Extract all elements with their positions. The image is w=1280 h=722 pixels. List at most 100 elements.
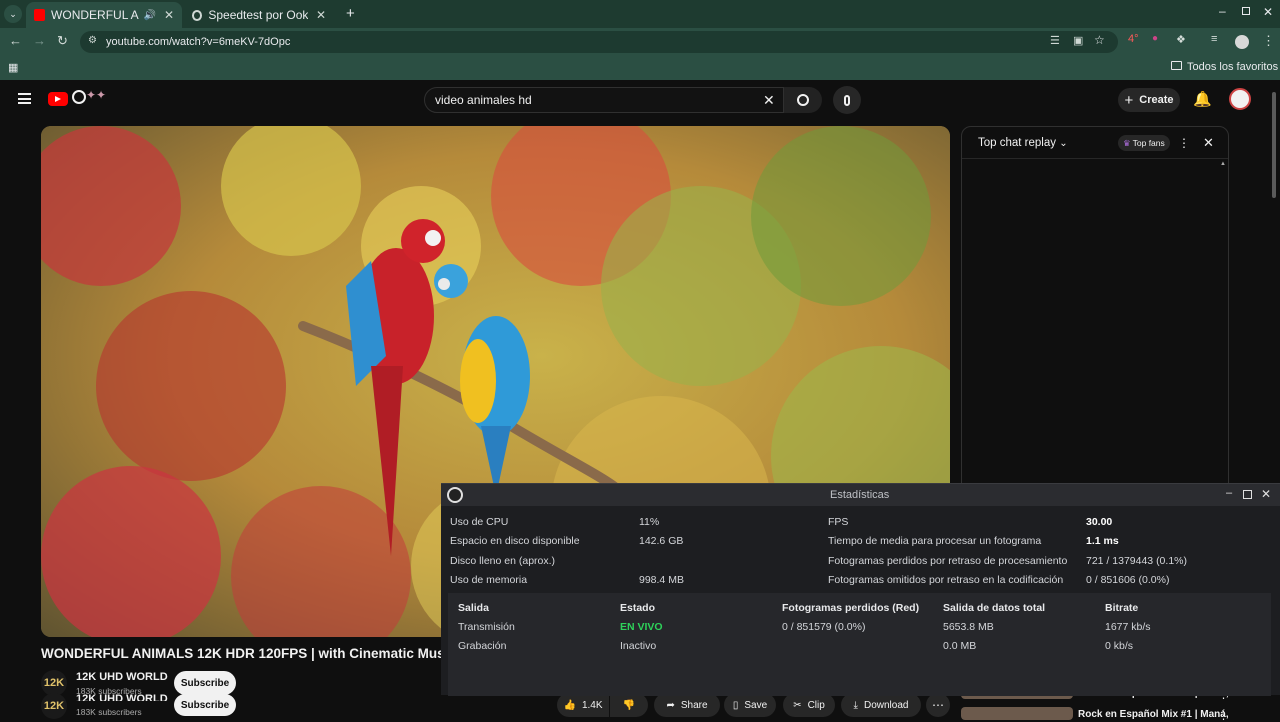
guide-menu-icon[interactable]: [18, 93, 31, 104]
search-input[interactable]: video animales hd ✕: [424, 87, 784, 113]
extension-icon[interactable]: ●: [1152, 33, 1158, 44]
stat-label: Fotogramas omitidos por retraso en la co…: [828, 574, 1064, 586]
stat-label: Disco lleno en (aprox.): [450, 555, 556, 567]
obs-maximize-icon[interactable]: [1243, 490, 1252, 499]
close-tab-icon[interactable]: ✕: [316, 8, 326, 22]
download-icon: ⤓: [853, 699, 858, 711]
clear-search-icon[interactable]: ✕: [763, 92, 775, 109]
output-total: 0.0 MB: [943, 640, 977, 652]
outputs-table: Salida Estado Fotogramas perdidos (Red) …: [448, 593, 1271, 696]
translate-icon[interactable]: ☰: [1050, 34, 1060, 47]
reload-icon[interactable]: ↻: [57, 33, 68, 49]
close-window-button[interactable]: ✕: [1263, 5, 1273, 19]
share-arrow-icon: ➦: [666, 699, 675, 711]
stat-value: 30.00: [1086, 516, 1113, 528]
folder-icon: [1171, 61, 1182, 70]
stat-value: 0 / 851606 (0.0%): [1086, 574, 1170, 586]
recommendation-title[interactable]: Rock en Español Mix #1 | Maná,: [1078, 709, 1229, 720]
microphone-icon: [844, 94, 850, 106]
scroll-up-arrow-icon[interactable]: ▲: [1220, 161, 1226, 167]
top-fans-label: Top fans: [1132, 138, 1165, 148]
speaker-icon[interactable]: 🔊: [143, 10, 155, 21]
column-header: Salida: [458, 602, 489, 614]
thumbs-up-icon: 👍: [563, 699, 576, 711]
site-info-icon[interactable]: ⚙: [88, 35, 97, 46]
channel-name[interactable]: 12K UHD WORLD: [76, 693, 168, 701]
extension-icon[interactable]: 4°: [1128, 33, 1139, 45]
save-button[interactable]: ▯ Save: [724, 693, 776, 717]
voice-search-button[interactable]: [833, 86, 861, 114]
save-label: Save: [744, 699, 768, 711]
page-scrollbar[interactable]: [1272, 92, 1276, 198]
stat-label: Fotogramas perdidos por retraso de proce…: [828, 555, 1068, 567]
subscriber-count: 183K subscribers: [76, 707, 142, 717]
search-query: video animales hd: [435, 93, 532, 107]
obs-titlebar[interactable]: Estadísticas – ✕: [441, 484, 1280, 506]
channel-name[interactable]: 12K UHD WORLD: [76, 671, 168, 683]
dislike-button[interactable]: 👎: [610, 693, 648, 717]
download-button[interactable]: ⤓ Download: [841, 693, 921, 717]
account-avatar[interactable]: [1229, 88, 1251, 110]
doodle-sparkles-icon: ✦✦: [86, 88, 107, 102]
create-button[interactable]: + Create: [1118, 88, 1180, 112]
browser-menu-icon[interactable]: ⋮: [1262, 33, 1275, 49]
like-button[interactable]: 👍 1.4K: [557, 693, 609, 717]
tab-title: Speedtest por Ookla - La: [208, 8, 308, 22]
new-tab-button[interactable]: +: [346, 5, 355, 22]
subscribe-button[interactable]: Subscribe: [174, 694, 236, 716]
subscribe-label: Subscribe: [180, 699, 230, 711]
share-label: Share: [680, 699, 708, 711]
stat-value: 11%: [639, 516, 660, 528]
output-name: Grabación: [458, 640, 507, 652]
output-bitrate: 0 kb/s: [1105, 640, 1134, 652]
back-icon[interactable]: ←: [9, 33, 22, 48]
tab-speedtest[interactable]: Speedtest por Ookla - La ✕: [184, 2, 334, 28]
obs-close-icon[interactable]: ✕: [1261, 487, 1271, 501]
stat-label: Uso de memoria: [450, 574, 528, 586]
top-fans-chip[interactable]: ♛ Top fans: [1118, 135, 1170, 151]
clip-button[interactable]: ✂ Clip: [783, 693, 835, 717]
stat-label: Tiempo de media para procesar un fotogra…: [828, 535, 1042, 547]
youtube-logo[interactable]: [48, 92, 68, 106]
tab-title: WONDERFUL ANIMA: [51, 8, 139, 22]
obs-minimize-icon[interactable]: –: [1226, 487, 1232, 499]
cast-icon[interactable]: ▣: [1073, 34, 1083, 47]
clip-label: Clip: [807, 699, 825, 711]
apps-grid-icon[interactable]: ▦: [8, 61, 18, 74]
all-bookmarks-link[interactable]: Todos los favoritos: [1187, 61, 1278, 73]
recommendation-more-icon[interactable]: ⋮: [1218, 709, 1229, 722]
close-tab-icon[interactable]: ✕: [164, 8, 174, 22]
restore-window-button[interactable]: [1242, 7, 1250, 15]
youtube-header: ✦✦ video animales hd ✕ + Create 🔔: [0, 80, 1280, 120]
search-button[interactable]: [784, 87, 822, 113]
column-header: Fotogramas perdidos (Red): [782, 602, 920, 614]
address-bar[interactable]: ⚙ youtube.com/watch?v=6meKV-7dOpc ☰ ▣ ☆: [80, 31, 1118, 53]
column-header: Estado: [620, 602, 656, 614]
chevron-down-icon: ⌄: [1059, 138, 1068, 149]
scissors-icon: ✂: [793, 699, 802, 711]
doodle-search-icon[interactable]: [72, 90, 86, 104]
tab-youtube[interactable]: WONDERFUL ANIMA 🔊 ✕: [26, 2, 182, 28]
profile-avatar[interactable]: [1235, 35, 1249, 49]
notifications-bell-icon[interactable]: 🔔: [1193, 90, 1212, 108]
recommendation-thumbnail[interactable]: [961, 707, 1073, 720]
output-name: Transmisión: [458, 621, 515, 633]
close-chat-icon[interactable]: ✕: [1203, 135, 1214, 151]
chat-more-options-icon[interactable]: ⋮: [1178, 136, 1190, 150]
subscribe-button[interactable]: Subscribe: [174, 671, 236, 695]
tab-search-button[interactable]: ⌄: [4, 5, 22, 23]
forward-icon[interactable]: →: [33, 33, 46, 48]
thumbs-down-icon: 👎: [622, 699, 636, 711]
stat-value: 721 / 1379443 (0.1%): [1086, 555, 1187, 567]
chat-mode-dropdown[interactable]: Top chat replay ⌄: [978, 137, 1068, 149]
media-controls-icon[interactable]: ≡: [1211, 33, 1217, 45]
extensions-puzzle-icon[interactable]: ❖: [1176, 33, 1186, 46]
bookmark-star-icon[interactable]: ☆: [1094, 33, 1105, 47]
more-actions-button[interactable]: ⋯: [926, 693, 950, 717]
obs-logo-icon: [447, 487, 463, 503]
share-button[interactable]: ➦ Share: [654, 693, 720, 717]
column-header: Bitrate: [1105, 602, 1139, 614]
minimize-window-button[interactable]: –: [1219, 4, 1226, 18]
channel-avatar[interactable]: 12K: [41, 693, 67, 719]
stat-value: 998.4 MB: [639, 574, 684, 586]
